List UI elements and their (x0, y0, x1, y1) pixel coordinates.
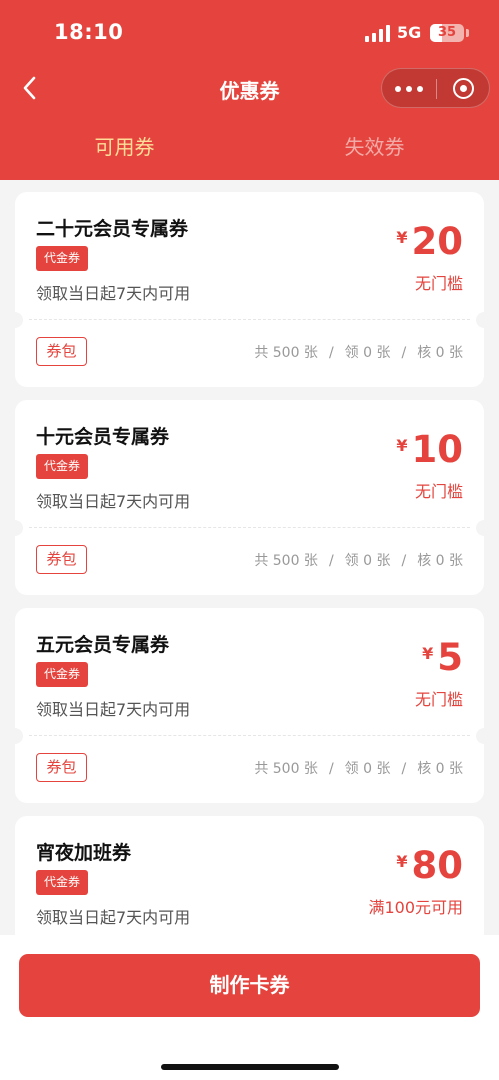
battery-icon: 35 (430, 24, 464, 42)
currency-symbol: ¥ (396, 852, 408, 871)
tab-available[interactable]: 可用券 (0, 124, 249, 170)
coupon-title: 宵夜加班券 (36, 842, 132, 864)
stat-claimed: 领 0 张 (344, 761, 391, 777)
coupon-list[interactable]: 二十元会员专属券 代金券 领取当日起7天内可用 ¥20 无门槛 券包 共 500… (0, 180, 499, 935)
coupon-title: 二十元会员专属券 (36, 218, 189, 240)
ticket-notch (7, 312, 23, 328)
signal-icon (365, 25, 391, 42)
coupon-amount: ¥80 (396, 846, 463, 886)
ticket-notch (476, 520, 492, 536)
amount-value: 5 (437, 636, 463, 679)
status-bar: 18:10 5G 35 (0, 0, 499, 62)
coupon-stats: 共 500 张 / 领 0 张 / 核 0 张 (254, 550, 463, 570)
amount-value: 10 (411, 428, 464, 471)
currency-symbol: ¥ (396, 228, 408, 247)
dashed-divider (29, 527, 470, 528)
status-time: 18:10 (54, 20, 124, 44)
coupon-validity: 领取当日起7天内可用 (36, 492, 191, 511)
amount-value: 80 (411, 844, 464, 887)
close-button[interactable] (437, 69, 491, 109)
coupon-stats: 共 500 张 / 领 0 张 / 核 0 张 (254, 758, 463, 778)
stat-separator: / (328, 345, 334, 361)
coupon-type-tag: 代金券 (36, 662, 89, 687)
home-indicator (161, 1064, 339, 1070)
create-coupon-button[interactable]: 制作卡券 (19, 954, 480, 1017)
coupon-amount: ¥5 (422, 638, 463, 678)
coupon-title: 十元会员专属券 (36, 426, 170, 448)
ticket-notch (7, 728, 23, 744)
stat-claimed: 领 0 张 (344, 345, 391, 361)
ticket-notch (476, 728, 492, 744)
coupon-type-tag: 代金券 (36, 870, 89, 895)
coupon-condition: 满100元可用 (368, 898, 463, 917)
ticket-notch (476, 312, 492, 328)
coupon-card[interactable]: 五元会员专属券 代金券 领取当日起7天内可用 ¥5 无门槛 券包 共 500 张… (7, 608, 492, 803)
coupon-condition: 无门槛 (414, 274, 463, 293)
coupon-title: 五元会员专属券 (36, 634, 170, 656)
coupon-stats: 共 500 张 / 领 0 张 / 核 0 张 (254, 342, 463, 362)
tab-expired[interactable]: 失效券 (250, 124, 499, 170)
more-button[interactable] (382, 69, 436, 109)
stat-separator: / (401, 761, 407, 777)
wallet-button[interactable]: 券包 (36, 337, 87, 366)
coupon-condition: 无门槛 (414, 690, 463, 709)
stat-total: 共 500 张 (254, 761, 318, 777)
bottom-bar: 制作卡券 (0, 935, 499, 1080)
stat-total: 共 500 张 (254, 553, 318, 569)
coupon-validity: 领取当日起7天内可用 (36, 700, 191, 719)
wallet-button[interactable]: 券包 (36, 753, 87, 782)
target-circle-icon (453, 78, 474, 99)
mini-program-capsule (381, 68, 490, 108)
stat-used: 核 0 张 (417, 345, 463, 361)
coupon-condition: 无门槛 (414, 482, 463, 501)
stat-total: 共 500 张 (254, 345, 318, 361)
coupon-amount: ¥20 (396, 222, 463, 262)
stat-separator: / (328, 761, 334, 777)
coupon-tabs: 可用券 失效券 (0, 124, 499, 170)
stat-separator: / (401, 345, 407, 361)
battery-level: 35 (437, 25, 457, 40)
nav-bar: 优惠券 (0, 62, 499, 116)
dashed-divider (29, 735, 470, 736)
stat-separator: / (401, 553, 407, 569)
coupon-amount: ¥10 (396, 430, 463, 470)
coupon-card[interactable]: 十元会员专属券 代金券 领取当日起7天内可用 ¥10 无门槛 券包 共 500 … (7, 400, 492, 595)
currency-symbol: ¥ (396, 436, 408, 455)
stat-used: 核 0 张 (417, 553, 463, 569)
stat-separator: / (328, 553, 334, 569)
stat-claimed: 领 0 张 (344, 553, 391, 569)
wallet-button[interactable]: 券包 (36, 545, 87, 574)
amount-value: 20 (411, 220, 464, 263)
coupon-type-tag: 代金券 (36, 246, 89, 271)
coupon-card[interactable]: 二十元会员专属券 代金券 领取当日起7天内可用 ¥20 无门槛 券包 共 500… (7, 192, 492, 387)
coupon-validity: 领取当日起7天内可用 (36, 284, 191, 303)
stat-used: 核 0 张 (417, 761, 463, 777)
coupon-card[interactable]: 宵夜加班券 代金券 领取当日起7天内可用 ¥80 满100元可用 (15, 816, 484, 935)
dashed-divider (29, 319, 470, 320)
coupon-validity: 领取当日起7天内可用 (36, 908, 191, 927)
network-label: 5G (397, 23, 422, 42)
ticket-notch (7, 520, 23, 536)
currency-symbol: ¥ (422, 644, 434, 663)
coupon-type-tag: 代金券 (36, 454, 89, 479)
battery-cap (466, 29, 469, 37)
